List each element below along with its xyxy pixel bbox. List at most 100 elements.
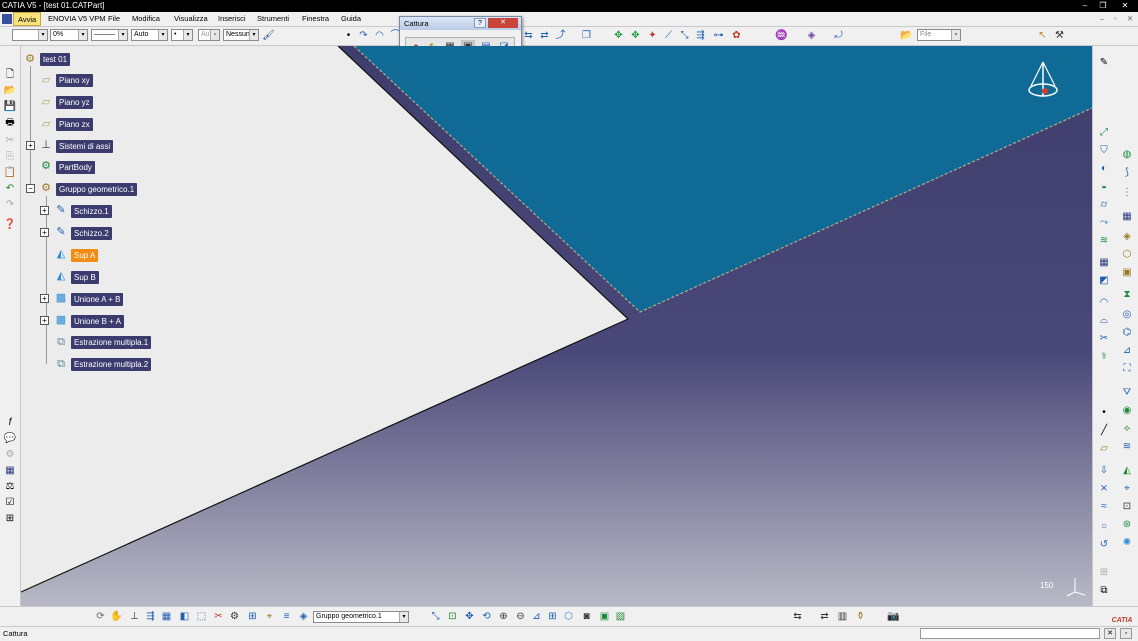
hide-icon[interactable]: ▣ xyxy=(598,610,611,623)
axis-to-axis-icon[interactable]: ⇶ xyxy=(694,29,707,42)
capture-titlebar[interactable]: Cattura ? ✕ xyxy=(400,17,521,30)
menu-avvia[interactable]: Avvia xyxy=(13,12,42,26)
sphere-icon[interactable]: ◒ xyxy=(1097,180,1111,194)
tree-item-partbody[interactable]: PartBody xyxy=(56,161,95,174)
split-icon[interactable]: ⇄ xyxy=(538,29,551,42)
draft-analysis-icon[interactable]: ⛛ xyxy=(1120,386,1134,400)
mapping-icon[interactable]: ⊛ xyxy=(1120,518,1134,532)
tree-item-piano-zx[interactable]: Piano zx xyxy=(56,118,93,131)
tree-item-unione-b-a[interactable]: Unione B + A xyxy=(71,315,124,328)
layer-short-combo[interactable]: Aut ▾ xyxy=(198,29,220,41)
print-icon[interactable]: 🖶 xyxy=(3,116,17,130)
compass-toggle-icon[interactable]: ⇶ xyxy=(144,610,157,623)
sketch-view-icon[interactable]: ◧ xyxy=(178,610,191,623)
tree-item-sistemi-di-assi[interactable]: Sistemi di assi xyxy=(56,140,114,153)
capture-close-button[interactable]: ✕ xyxy=(488,18,518,28)
disassemble-icon[interactable]: ⛶ xyxy=(1120,362,1134,376)
fly-mode-icon[interactable]: ⟳ xyxy=(94,610,107,623)
point-style-combo[interactable]: • ▾ xyxy=(171,29,193,41)
minimize-button[interactable]: – xyxy=(1076,0,1094,11)
analysis-icon[interactable]: ⤾ xyxy=(832,29,845,42)
offset-icon[interactable]: ⤳ xyxy=(1097,216,1111,230)
check-icon[interactable]: ☑ xyxy=(3,496,17,510)
line-color-combo[interactable]: ▾ xyxy=(12,29,48,41)
expand-icon[interactable]: + xyxy=(40,316,49,325)
copy-paste-icon[interactable]: ❐ xyxy=(580,29,593,42)
grid-toggle-icon[interactable]: ▦ xyxy=(160,610,173,623)
sketcher-tools-icon[interactable]: ⚒ xyxy=(1053,29,1066,42)
measure-item-icon[interactable]: ⊡ xyxy=(1120,500,1134,514)
sweep-surface-icon[interactable]: ≋ xyxy=(1097,234,1111,248)
menu-inserisci[interactable]: Inserisci xyxy=(218,12,246,26)
cut-icon[interactable]: ✂ xyxy=(3,134,17,148)
revolve-icon[interactable]: ◐ xyxy=(1097,162,1111,176)
zoom-out-icon[interactable]: ⊖ xyxy=(514,610,527,623)
plane-icon[interactable]: ▱ xyxy=(38,116,54,132)
work-object-combo[interactable]: Gruppo geometrico.1 ▾ xyxy=(313,611,409,623)
projection-icon[interactable]: ⇩ xyxy=(1097,464,1111,478)
curvature-icon[interactable]: ◉ xyxy=(1120,404,1134,418)
deviation-icon[interactable]: ≋ xyxy=(1120,440,1134,454)
hand-pan-icon[interactable]: ✋ xyxy=(110,610,123,623)
hide-show-icon[interactable]: ⚙ xyxy=(228,610,241,623)
geometric-set-icon[interactable]: ⚙ xyxy=(38,180,54,196)
whats-this-icon[interactable]: ❓ xyxy=(3,218,17,232)
save-icon[interactable]: 💾 xyxy=(3,100,17,114)
status-expand-icon[interactable]: ▫ xyxy=(1120,628,1132,639)
join-tool-icon[interactable]: ⇆ xyxy=(522,29,535,42)
axis-tool-icon[interactable]: ⊥ xyxy=(128,610,141,623)
layer-combo[interactable]: Nessuno ▾ xyxy=(223,29,259,41)
spiral-icon[interactable]: ↺ xyxy=(1097,538,1111,552)
cylinder-icon[interactable]: ⌭ xyxy=(1097,198,1111,212)
extract-icon[interactable]: ⤴ xyxy=(554,29,567,42)
tree-root-label[interactable]: test 01 xyxy=(40,53,71,66)
menu-visualizza[interactable]: Visualizza xyxy=(174,12,208,26)
rotate-view-icon[interactable]: ⟲ xyxy=(480,610,493,623)
tree-item-estrazione-multipla-2[interactable]: Estrazione multipla.2 xyxy=(71,358,152,371)
shading-icon[interactable]: ◙ xyxy=(580,610,593,623)
torus-icon[interactable]: ◎ xyxy=(1120,308,1134,322)
tree-item-piano-yz[interactable]: Piano yz xyxy=(56,96,93,109)
update-icon[interactable]: ⇄ xyxy=(818,610,831,623)
line-weight-combo[interactable]: Auto ▾ xyxy=(131,29,168,41)
part-icon[interactable]: ⚙ xyxy=(22,51,38,67)
surface-icon[interactable]: ◭ xyxy=(53,268,69,284)
swap-space-icon[interactable]: ▧ xyxy=(614,610,627,623)
spline-icon[interactable]: ↷ xyxy=(357,29,370,42)
table-icon[interactable]: ▦ xyxy=(3,464,17,478)
grid-pattern-icon[interactable]: ▦ xyxy=(1120,210,1134,224)
pattern-icon[interactable]: ⋮ xyxy=(1120,186,1134,200)
measure-icon[interactable]: ⊞ xyxy=(3,512,17,526)
menu-file[interactable]: File xyxy=(108,12,120,26)
plane-icon[interactable]: ▱ xyxy=(38,72,54,88)
tree-item-schizzo-1[interactable]: Schizzo.1 xyxy=(71,205,112,218)
porcupine-icon[interactable]: ⌖ xyxy=(1120,482,1134,496)
copy-icon[interactable]: ⎘ xyxy=(3,150,17,164)
file-combo[interactable]: File ▾ xyxy=(917,29,961,41)
tree-item-gruppo-geometrico[interactable]: Gruppo geometrico.1 xyxy=(56,183,138,196)
join-icon[interactable]: ▩ xyxy=(53,312,69,328)
law-icon[interactable]: ♒ xyxy=(775,29,788,42)
define-object-icon[interactable]: ⌖ xyxy=(263,610,276,623)
fillet-icon[interactable]: ⌓ xyxy=(1097,314,1111,328)
expand-icon[interactable]: + xyxy=(40,294,49,303)
fit-all-icon[interactable]: ⤡ xyxy=(429,610,442,623)
command-input[interactable] xyxy=(920,628,1100,639)
cone-icon[interactable]: ⧗ xyxy=(1120,288,1134,302)
knowledge-icon[interactable]: 💬 xyxy=(3,432,17,446)
material-icon[interactable]: ◈ xyxy=(805,29,818,42)
open-icon[interactable]: 📂 xyxy=(3,84,17,98)
output-feature-icon[interactable]: ⤢ xyxy=(1097,126,1111,140)
scale-icon[interactable]: ⟋ xyxy=(662,29,675,42)
expand-icon[interactable]: + xyxy=(40,206,49,215)
multi-extract-icon[interactable]: ⧉ xyxy=(53,334,69,350)
cube-view-icon[interactable]: ⬚ xyxy=(195,610,208,623)
wireframe-icon[interactable]: ⟆ xyxy=(1120,166,1134,180)
line-tool-icon[interactable]: ╱ xyxy=(1097,424,1111,438)
sketch-icon[interactable]: ✎ xyxy=(53,202,69,218)
multi-section-icon[interactable]: ◩ xyxy=(1097,274,1111,288)
extrude-icon[interactable]: ⛉ xyxy=(1097,144,1111,158)
tree-item-piano-xy[interactable]: Piano xy xyxy=(56,74,93,87)
work-object-icon[interactable]: ◈ xyxy=(297,610,310,623)
list-icon[interactable]: ≡ xyxy=(280,610,293,623)
